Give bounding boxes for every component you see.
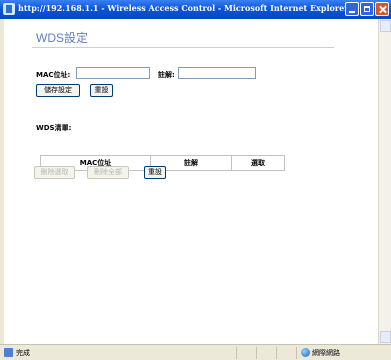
maximize-button[interactable] [360,2,374,16]
page-content: WDS設定 MAC位址: 註解: 儲存設定 重設 WDS清單: MAC位址 註解… [4,19,378,344]
ie-icon [3,3,15,15]
mac-label: MAC位址: [36,71,71,79]
save-settings-button[interactable]: 儲存設定 [36,84,80,97]
title-divider [32,47,334,48]
title-bar: http://192.168.1.1 - Wireless Access Con… [0,0,391,19]
status-divider [276,347,277,359]
status-divider [256,347,257,359]
vertical-scrollbar[interactable] [378,19,391,344]
comment-label: 註解: [158,71,175,79]
column-header-select: 選取 [231,155,285,171]
close-button[interactable] [375,2,389,16]
delete-all-button[interactable]: 刪除全部 [87,166,129,179]
page-title: WDS設定 [36,31,88,45]
page-done-icon [4,348,13,357]
scroll-up-button[interactable] [380,20,391,32]
reset-button[interactable]: 重設 [90,84,113,97]
window-title: http://192.168.1.1 - Wireless Access Con… [18,3,349,13]
delete-selected-button[interactable]: 刪除選取 [34,166,75,179]
mac-address-input[interactable] [76,67,150,79]
scroll-down-button[interactable] [380,331,391,343]
status-text: 完成 [16,349,30,357]
reset-list-button[interactable]: 重設 [144,166,166,179]
minimize-button[interactable] [345,2,359,16]
security-zone-label: 網際網路 [312,349,340,357]
status-bar: 完成 網際網路 [0,344,391,360]
status-divider [236,347,237,359]
browser-window: http://192.168.1.1 - Wireless Access Con… [0,0,391,360]
internet-zone-icon [301,348,310,357]
status-divider [296,347,297,359]
comment-input[interactable] [178,67,256,79]
wds-list-title: WDS清單: [36,124,72,132]
